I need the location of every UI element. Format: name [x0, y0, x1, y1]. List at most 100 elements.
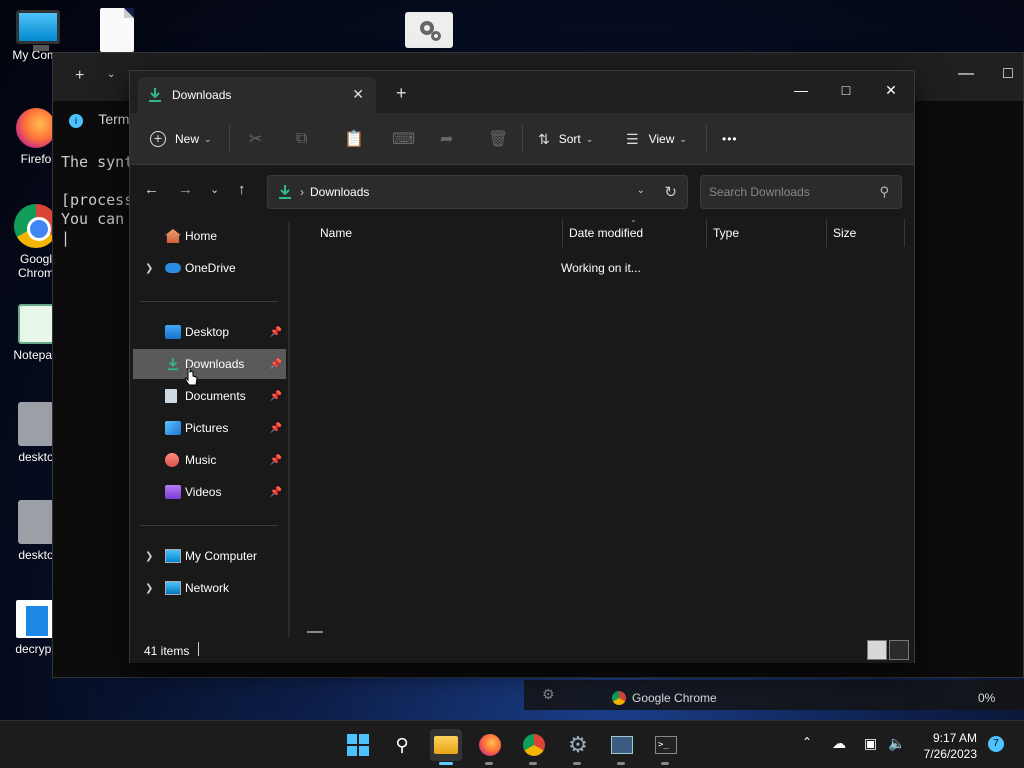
- view-icon: ☰: [626, 130, 639, 147]
- volume-icon[interactable]: 🔈: [888, 735, 905, 752]
- chevron-down-icon[interactable]: ⌄: [107, 69, 115, 80]
- view-button[interactable]: ☰ View ⌄: [626, 126, 687, 152]
- taskbar-file-explorer[interactable]: [430, 729, 462, 765]
- taskbar-chrome[interactable]: [518, 729, 550, 765]
- toolbar-divider: [706, 125, 707, 153]
- sidebar-item-videos[interactable]: Videos 📌: [133, 477, 286, 507]
- sidebar-item-pictures[interactable]: Pictures 📌: [133, 413, 286, 443]
- sidebar-item-label: Music: [185, 453, 217, 467]
- taskbar-settings[interactable]: ⚙: [562, 729, 594, 765]
- sidebar-item-label: Documents: [185, 389, 246, 403]
- minimize-icon[interactable]: —: [778, 76, 824, 104]
- cloud-offline-icon[interactable]: ☁: [832, 735, 846, 752]
- chevron-down-icon[interactable]: ⌄: [637, 185, 645, 196]
- pin-icon: 📌: [269, 422, 282, 434]
- notification-badge[interactable]: 7: [988, 736, 1004, 752]
- minimize-icon[interactable]: —: [958, 65, 974, 83]
- pane-splitter[interactable]: [288, 221, 290, 637]
- sidebar-item-desktop[interactable]: Desktop 📌: [133, 317, 286, 347]
- chevron-right-icon[interactable]: ❯: [145, 263, 153, 274]
- sort-button[interactable]: ⇅ Sort ⌄: [538, 126, 593, 152]
- tab-downloads[interactable]: Downloads ✕: [138, 77, 376, 113]
- new-button[interactable]: + New ⌄: [150, 126, 212, 152]
- chevron-right-icon[interactable]: ❯: [145, 551, 153, 562]
- new-button-label: New: [175, 132, 200, 146]
- sidebar-item-home[interactable]: Home: [133, 221, 286, 251]
- details-view-icon[interactable]: [867, 640, 887, 660]
- sidebar-item-music[interactable]: Music 📌: [133, 445, 286, 475]
- file-explorer-window[interactable]: Downloads ✕ + — □ ✕ + New ⌄ ✂ ⧉ 📋 ⌨ ➦ 🗑 …: [129, 70, 915, 663]
- forward-icon[interactable]: →: [178, 181, 193, 198]
- notepad-icon: [18, 304, 54, 344]
- sidebar-item-downloads[interactable]: Downloads 📌: [133, 349, 286, 379]
- delete-icon[interactable]: 🗑: [488, 126, 508, 152]
- monitor-icon: [16, 10, 60, 51]
- column-header-size[interactable]: Size: [826, 219, 904, 247]
- terminal-output: The synt [process You can |: [61, 153, 133, 248]
- chevron-down-icon: ⌄: [204, 133, 212, 144]
- computer-icon: [165, 549, 181, 563]
- search-input[interactable]: [709, 185, 869, 199]
- recent-locations-icon[interactable]: ⌄: [210, 183, 219, 196]
- taskbar-terminal[interactable]: >_: [650, 729, 682, 765]
- close-tab-icon[interactable]: ✕: [352, 86, 364, 103]
- mouse-pointer-icon: [184, 367, 198, 386]
- sidebar-item-label: Network: [185, 581, 230, 595]
- sidebar-item-documents[interactable]: Documents 📌: [133, 381, 286, 411]
- new-tab-icon[interactable]: +: [396, 83, 407, 104]
- back-icon[interactable]: ←: [144, 181, 159, 198]
- more-options-icon[interactable]: •••: [722, 126, 738, 152]
- network-icon[interactable]: ▣: [864, 735, 877, 752]
- show-hidden-icons-icon[interactable]: ⌃: [802, 735, 812, 749]
- tiles-view-icon[interactable]: [889, 640, 909, 660]
- desktop-icon-file[interactable]: [82, 8, 152, 56]
- clock[interactable]: 9:17 AM 7/26/2023: [913, 730, 977, 762]
- sidebar-item-label: Pictures: [185, 421, 229, 435]
- column-header-row: Name Date modified ⌄ Type Size: [292, 215, 908, 247]
- background-percent: 0%: [978, 691, 996, 705]
- new-tab-icon[interactable]: +: [75, 67, 84, 85]
- running-indicator: [573, 762, 581, 765]
- terminal-line: [process: [61, 191, 134, 209]
- address-bar[interactable]: › Downloads ⌄ ↻: [267, 175, 688, 209]
- rename-icon[interactable]: ⌨: [392, 126, 415, 152]
- refresh-icon[interactable]: ↻: [664, 183, 677, 201]
- column-divider: [904, 219, 905, 247]
- chrome-icon: [612, 691, 626, 705]
- sidebar-item-label: Home: [185, 229, 218, 243]
- horizontal-scrollbar[interactable]: [307, 631, 323, 633]
- tab-label: Downloads: [172, 88, 232, 102]
- breadcrumb-downloads[interactable]: Downloads: [310, 185, 369, 199]
- up-icon[interactable]: ↑: [238, 181, 246, 198]
- share-icon[interactable]: ➦: [440, 126, 453, 152]
- title-bar: Downloads ✕ + — □ ✕: [130, 71, 914, 113]
- taskbar-task-manager[interactable]: [606, 729, 638, 765]
- sidebar-item-my-computer[interactable]: ❯ My Computer: [133, 541, 286, 571]
- desktop-icon-settings-file[interactable]: [394, 12, 464, 52]
- column-header-type[interactable]: Type: [706, 219, 826, 247]
- status-divider: [198, 642, 199, 656]
- copy-icon[interactable]: ⧉: [296, 126, 307, 152]
- maximize-icon[interactable]: □: [823, 76, 869, 104]
- column-header-name[interactable]: Name: [314, 219, 564, 247]
- search-box[interactable]: ⚲: [700, 175, 902, 209]
- chevron-down-icon: ⌄: [679, 133, 687, 144]
- videos-icon: [165, 485, 181, 499]
- close-icon[interactable]: ✕: [868, 76, 914, 104]
- taskbar-firefox[interactable]: [474, 729, 506, 765]
- terminal-icon: >_: [655, 736, 677, 754]
- terminal-tab[interactable]: i Term: [69, 111, 129, 128]
- search-icon[interactable]: ⚲: [879, 184, 889, 200]
- chevron-right-icon[interactable]: ❯: [145, 583, 153, 594]
- search-button[interactable]: ⚲: [386, 729, 418, 761]
- start-button[interactable]: [342, 729, 374, 761]
- sidebar-item-onedrive[interactable]: ❯ OneDrive: [133, 253, 286, 283]
- cut-icon[interactable]: ✂: [249, 126, 262, 152]
- view-button-label: View: [648, 132, 675, 146]
- sidebar-item-network[interactable]: ❯ Network: [133, 573, 286, 603]
- maximize-icon[interactable]: □: [1003, 65, 1013, 83]
- paste-icon[interactable]: 📋: [344, 126, 364, 152]
- running-indicator: [439, 762, 453, 765]
- running-indicator: [661, 762, 669, 765]
